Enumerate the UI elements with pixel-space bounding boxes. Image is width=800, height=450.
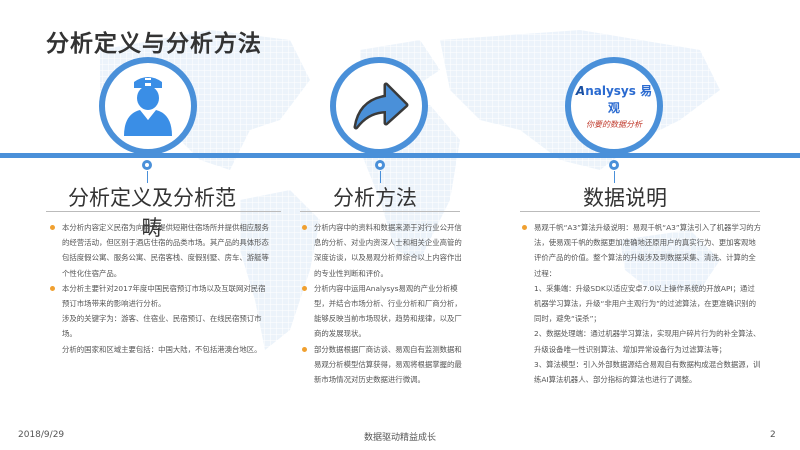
logo-brand: nalysys <box>585 84 636 98</box>
paragraph: 3、算法模型：引入外部数据源结合易观自有数据构成混合数据源，训练AI算法机器人、… <box>534 359 761 385</box>
column-data: 易观千帆“A3”算法升级说明：易观千帆“A3”算法引入了机器学习的方法，使易观千… <box>522 220 762 387</box>
paragraph: 1、采集端：升级SDK以适应安卓7.0以上操作系统的开放API；通过机器学习算法… <box>534 283 756 324</box>
page-title: 分析定义与分析方法 <box>46 31 262 57</box>
timeline-dot-3 <box>609 160 619 183</box>
paragraph: 分析内容中的资料和数据来源于对行业公开信息的分析、对业内资深人士和相关企业高管的… <box>302 220 462 281</box>
timeline-bar <box>0 153 800 158</box>
paragraph: 涉及的关键字为：游客、住宿业、民宿预订、在线民宿预订市场。 <box>62 314 262 339</box>
column-method: 分析内容中的资料和数据来源于对行业公开信息的分析、对业内资深人士和相关企业高管的… <box>302 220 462 387</box>
analysys-logo: Analysys 易观 你要的数据分析 <box>575 84 653 129</box>
column-divider-2 <box>300 211 460 212</box>
paragraph: 2、数据处理端：通过机器学习算法，实现用户碎片行为的补全算法、升级设备唯一性识别… <box>534 329 761 354</box>
icon-circle-method <box>330 57 428 155</box>
icon-circle-definition <box>99 57 197 155</box>
icon-circle-data: Analysys 易观 你要的数据分析 <box>565 57 663 155</box>
footer-slogan: 数据驱动精益成长 <box>363 433 436 443</box>
paragraph: 部分数据根据厂商访谈、易观自有监测数据和易观分析模型估算获得，易观将根据掌握的最… <box>302 342 462 388</box>
paragraph: 易观千帆“A3”算法升级说明：易观千帆“A3”算法引入了机器学习的方法，使易观千… <box>522 220 762 281</box>
timeline-dot-2 <box>375 160 385 183</box>
arrow-icon <box>353 82 409 130</box>
paragraph: 分析的国家和区域主要包括：中国大陆，不包括港澳台地区。 <box>62 344 262 354</box>
column-divider-1 <box>46 211 281 212</box>
timeline-dot-1 <box>142 160 152 183</box>
nurse-icon <box>124 77 172 136</box>
column-title-data: 数据说明 <box>583 186 667 210</box>
logo-slogan: 你要的数据分析 <box>586 120 642 129</box>
footer-date: 2018/9/29 <box>18 430 65 440</box>
column-divider-3 <box>520 211 760 212</box>
column-title-method: 分析方法 <box>333 186 417 210</box>
column-definition: 本分析内容定义民宿为向用户提供短期住宿场所并提供相应服务的经营活动，但区别于酒店… <box>50 220 272 357</box>
paragraph: 分析内容中运用Analysys易观的产业分析模型，并结合市场分析、行业分析和厂商… <box>302 281 462 342</box>
paragraph: 本分析内容定义民宿为向用户提供短期住宿场所并提供相应服务的经营活动，但区别于酒店… <box>50 220 272 281</box>
paragraph: 本分析主要针对2017年度中国民宿预订市场以及互联网对民宿预订市场带来的影响进行… <box>50 281 272 311</box>
page-number: 2 <box>770 430 776 440</box>
